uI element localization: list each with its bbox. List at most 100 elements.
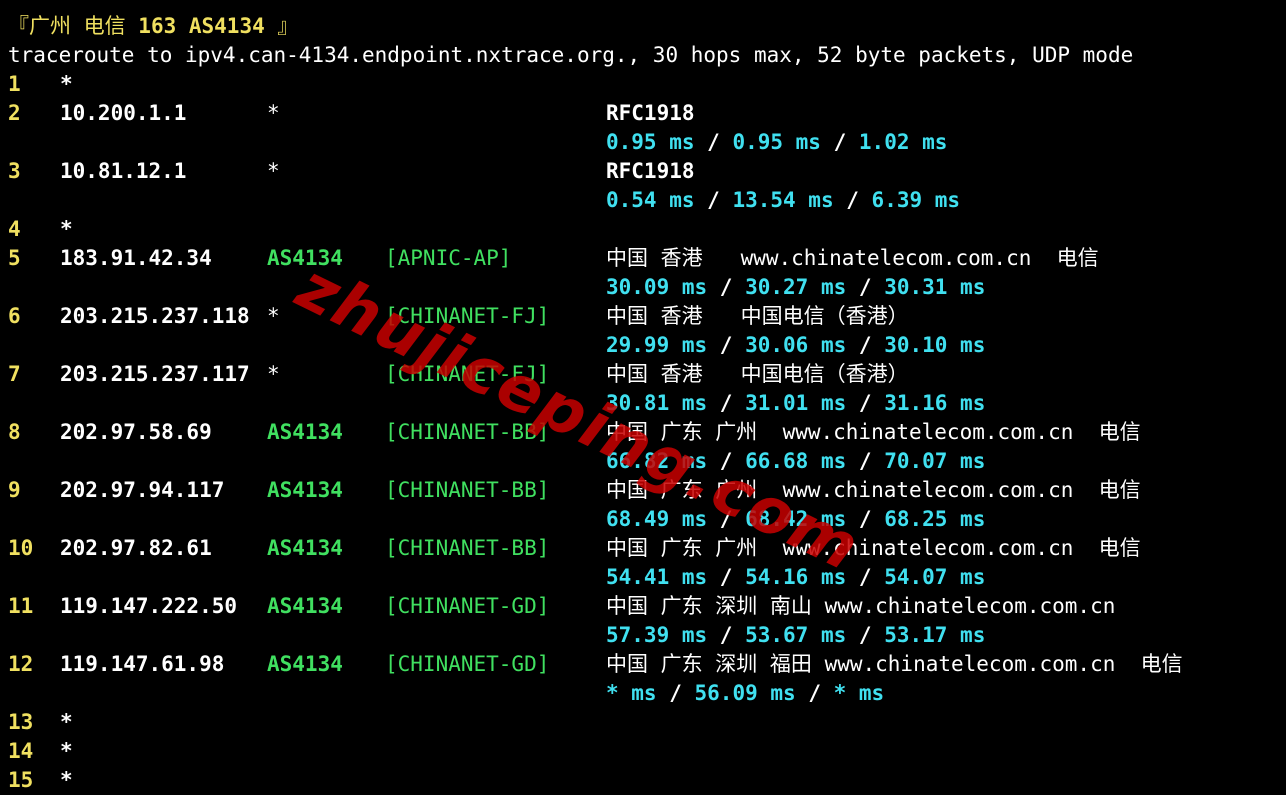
rtt-value: 57.39 ms bbox=[606, 623, 708, 647]
rtt-value: 53.17 ms bbox=[884, 623, 986, 647]
hop-rtt: 30.09 ms / 30.27 ms / 30.31 ms bbox=[606, 275, 986, 299]
hop-number: 14 bbox=[8, 739, 34, 763]
rtt-value: 0.95 ms bbox=[732, 130, 821, 154]
rtt-value: 68.25 ms bbox=[884, 507, 986, 531]
hop-geo: 中国 广东 深圳 福田 www.chinatelecom.com.cn 电信 bbox=[606, 652, 1183, 676]
route-title-asn: 163 AS4134 bbox=[138, 14, 265, 38]
hop-row: 4 * bbox=[8, 215, 1278, 244]
rtt-value: 30.27 ms bbox=[745, 275, 847, 299]
rtt-value: 30.81 ms bbox=[606, 391, 708, 415]
hop-ip: 202.97.58.69 bbox=[60, 420, 212, 444]
hop-rtt: 68.49 ms / 68.42 ms / 68.25 ms bbox=[606, 507, 986, 531]
hop-number: 9 bbox=[8, 478, 21, 502]
hop-number: 12 bbox=[8, 652, 34, 676]
hop-row: 1 * bbox=[8, 70, 1278, 99]
hop-ip: 202.97.82.61 bbox=[60, 536, 212, 560]
hop-row: 13 * bbox=[8, 708, 1278, 737]
hop-row: 11 119.147.222.50 AS4134 [CHINANET-GD] 中国 广东… bbox=[8, 592, 1278, 621]
route-title-prefix: 『广州 电信 bbox=[8, 14, 139, 38]
hop-asn: * bbox=[267, 101, 280, 125]
hop-netname: [CHINANET-BB] bbox=[385, 420, 550, 444]
rtt-value: 30.06 ms bbox=[745, 333, 847, 357]
rtt-value: 0.95 ms bbox=[606, 130, 695, 154]
hop-ip: * bbox=[60, 217, 73, 241]
hop-asn: * bbox=[267, 159, 280, 183]
hop-ip: 10.200.1.1 bbox=[60, 101, 187, 125]
hop-number: 6 bbox=[8, 304, 21, 328]
hop-number: 1 bbox=[8, 72, 21, 96]
hop-number: 4 bbox=[8, 217, 21, 241]
hop-geo: 中国 广东 广州 www.chinatelecom.com.cn 电信 bbox=[606, 420, 1141, 444]
hop-number: 15 bbox=[8, 768, 34, 792]
hop-rtt-row: 54.41 ms / 54.16 ms / 54.07 ms bbox=[8, 563, 1278, 592]
rtt-value: 70.07 ms bbox=[884, 449, 986, 473]
hop-number: 10 bbox=[8, 536, 34, 560]
rtt-value: 30.31 ms bbox=[884, 275, 986, 299]
rtt-value: 1.02 ms bbox=[858, 130, 948, 154]
hop-rtt-row: 68.49 ms / 68.42 ms / 68.25 ms bbox=[8, 505, 1278, 534]
hop-geo: 中国 香港 中国电信（香港） bbox=[606, 362, 909, 386]
rtt-value: 56.09 ms bbox=[694, 681, 796, 705]
hop-row: 12 119.147.61.98 AS4134 [CHINANET-GD] 中国 广东 … bbox=[8, 650, 1278, 679]
terminal-output: 『广州 电信 163 AS4134 』 traceroute to ipv4.c… bbox=[8, 12, 1278, 795]
hop-number: 5 bbox=[8, 246, 21, 270]
hop-geo: RFC1918 bbox=[606, 101, 695, 125]
rtt-value: 6.39 ms bbox=[871, 188, 961, 212]
rtt-value: * ms bbox=[833, 681, 885, 705]
hop-rtt-row: 30.09 ms / 30.27 ms / 30.31 ms bbox=[8, 273, 1278, 302]
hop-number: 2 bbox=[8, 101, 21, 125]
hop-ip: 119.147.61.98 bbox=[60, 652, 225, 676]
hop-geo: 中国 广东 广州 www.chinatelecom.com.cn 电信 bbox=[606, 478, 1141, 502]
hop-number: 13 bbox=[8, 710, 34, 734]
hop-asn: * bbox=[267, 304, 280, 328]
hop-geo: RFC1918 bbox=[606, 159, 695, 183]
rtt-value: 68.49 ms bbox=[606, 507, 708, 531]
hop-row: 6 203.215.237.118 * [CHINANET-FJ] 中国 香港 中国电信… bbox=[8, 302, 1278, 331]
rtt-value: 54.16 ms bbox=[745, 565, 847, 589]
hop-geo: 中国 香港 中国电信（香港） bbox=[606, 304, 909, 328]
hop-rtt-row: 0.95 ms / 0.95 ms / 1.02 ms bbox=[8, 128, 1278, 157]
rtt-value: 66.68 ms bbox=[745, 449, 847, 473]
hop-asn: * bbox=[267, 362, 280, 386]
rtt-value: 53.67 ms bbox=[745, 623, 847, 647]
rtt-value: 31.01 ms bbox=[745, 391, 847, 415]
hop-number: 7 bbox=[8, 362, 21, 386]
hop-rtt: 54.41 ms / 54.16 ms / 54.07 ms bbox=[606, 565, 986, 589]
hop-ip: 203.215.237.117 bbox=[60, 362, 250, 386]
hop-netname: [CHINANET-FJ] bbox=[385, 362, 550, 386]
route-title: 『广州 电信 163 AS4134 』 bbox=[8, 12, 1278, 41]
hop-ip: * bbox=[60, 72, 73, 96]
hop-rtt: * ms / 56.09 ms / * ms bbox=[606, 681, 885, 705]
hop-asn: AS4134 bbox=[267, 536, 343, 560]
hop-asn: AS4134 bbox=[267, 652, 343, 676]
hop-ip: * bbox=[60, 768, 73, 792]
hop-rtt: 66.82 ms / 66.68 ms / 70.07 ms bbox=[606, 449, 986, 473]
hop-row: 9 202.97.94.117 AS4134 [CHINANET-BB] 中国 广东 广… bbox=[8, 476, 1278, 505]
hop-ip: 183.91.42.34 bbox=[60, 246, 212, 270]
route-title-suffix: 』 bbox=[264, 14, 299, 38]
hop-row: 10 202.97.82.61 AS4134 [CHINANET-BB] 中国 广东 广… bbox=[8, 534, 1278, 563]
hop-rtt: 30.81 ms / 31.01 ms / 31.16 ms bbox=[606, 391, 986, 415]
hop-ip: 202.97.94.117 bbox=[60, 478, 225, 502]
rtt-value: * ms bbox=[606, 681, 657, 705]
hop-asn: AS4134 bbox=[267, 478, 343, 502]
rtt-value: 66.82 ms bbox=[606, 449, 708, 473]
hop-rtt-row: 0.54 ms / 13.54 ms / 6.39 ms bbox=[8, 186, 1278, 215]
hop-rtt-row: 30.81 ms / 31.01 ms / 31.16 ms bbox=[8, 389, 1278, 418]
hop-row: 5 183.91.42.34 AS4134 [APNIC-AP] 中国 香港 www.c… bbox=[8, 244, 1278, 273]
hop-netname: [CHINANET-GD] bbox=[385, 594, 550, 618]
hop-geo: 中国 广东 广州 www.chinatelecom.com.cn 电信 bbox=[606, 536, 1141, 560]
hop-rtt-row: 66.82 ms / 66.68 ms / 70.07 ms bbox=[8, 447, 1278, 476]
hop-netname: [CHINANET-FJ] bbox=[385, 304, 550, 328]
rtt-value: 0.54 ms bbox=[606, 188, 695, 212]
hop-netname: [APNIC-AP] bbox=[385, 246, 512, 270]
hop-rtt-row: 29.99 ms / 30.06 ms / 30.10 ms bbox=[8, 331, 1278, 360]
hop-row: 3 10.81.12.1 * RFC1918 bbox=[8, 157, 1278, 186]
hop-ip: * bbox=[60, 710, 73, 734]
hop-asn: AS4134 bbox=[267, 594, 343, 618]
traceroute-command: traceroute to ipv4.can-4134.endpoint.nxt… bbox=[8, 43, 1134, 67]
hop-rtt: 0.54 ms / 13.54 ms / 6.39 ms bbox=[606, 188, 961, 212]
rtt-value: 54.41 ms bbox=[606, 565, 708, 589]
rtt-value: 29.99 ms bbox=[606, 333, 708, 357]
hop-rtt: 0.95 ms / 0.95 ms / 1.02 ms bbox=[606, 130, 948, 154]
